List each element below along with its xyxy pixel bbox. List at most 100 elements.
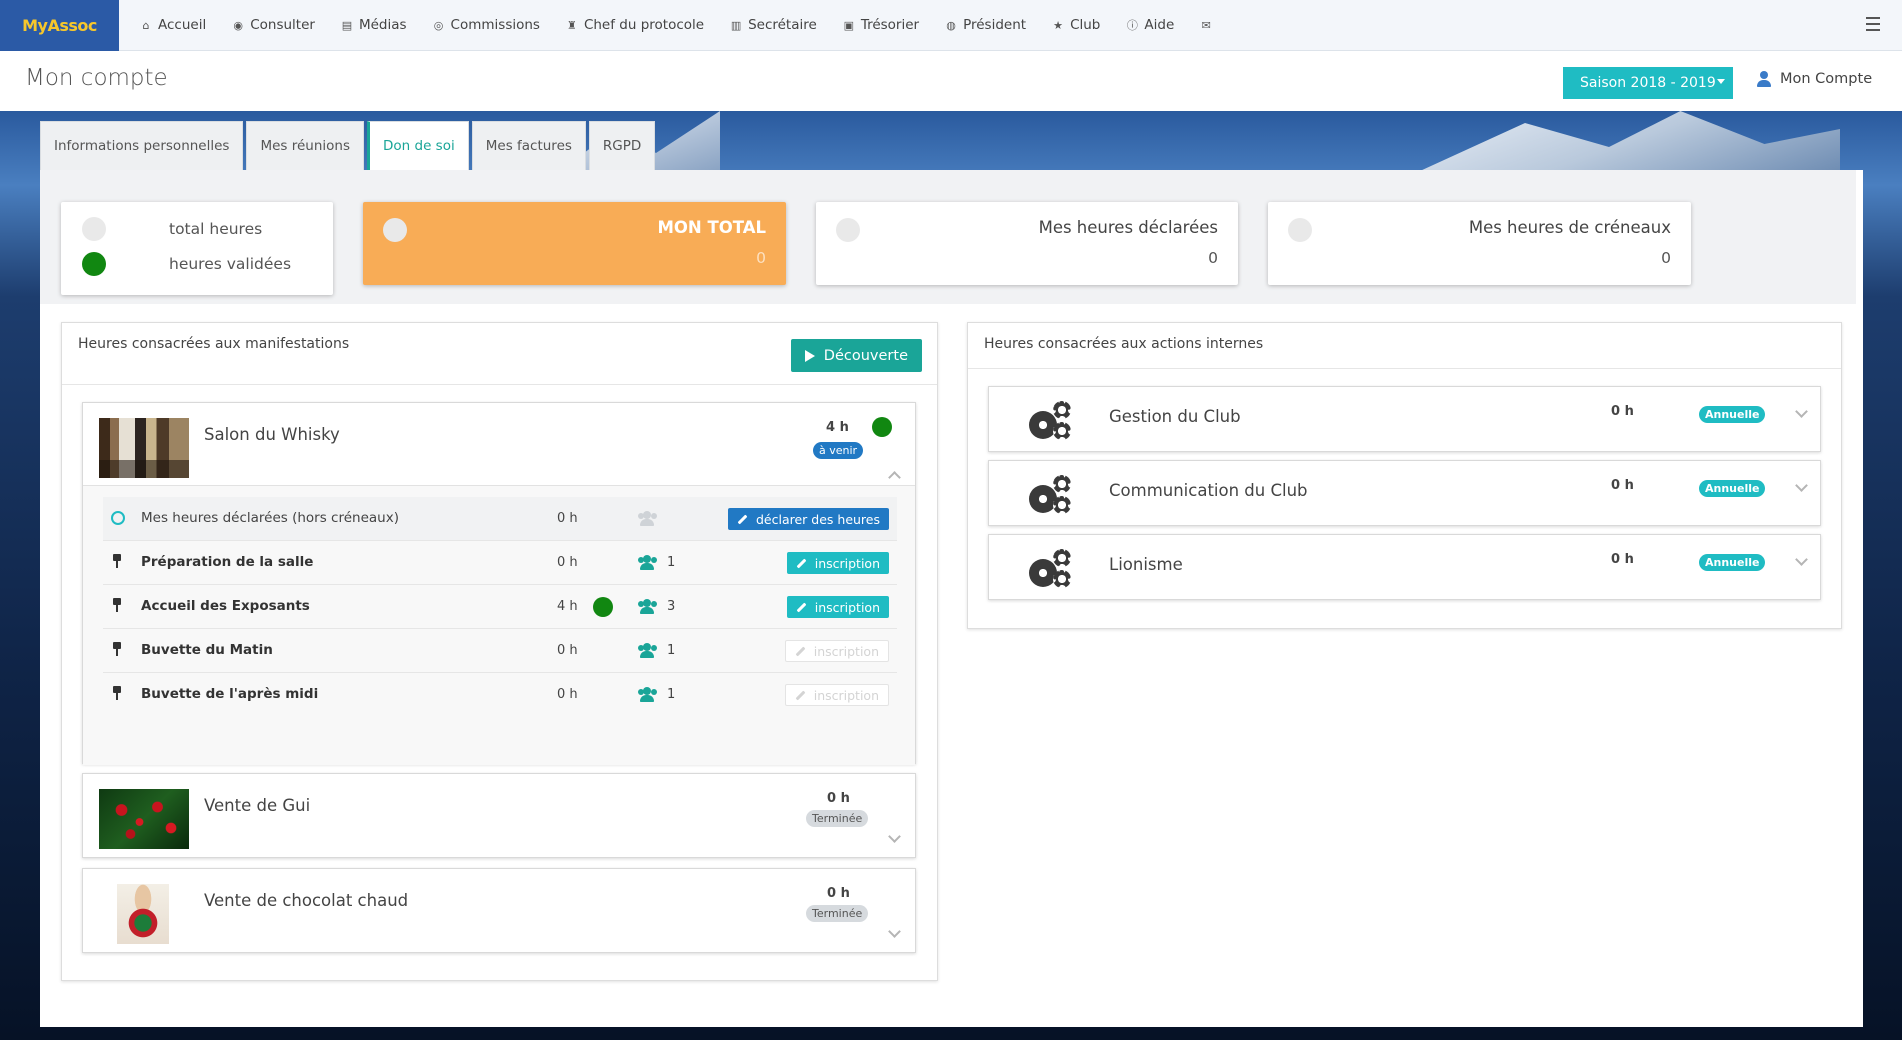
brand-logo[interactable]: MyAssoc — [0, 0, 119, 51]
inscription-button[interactable]: inscription — [786, 596, 889, 618]
nav-label: Accueil — [158, 17, 207, 33]
chevron-down-icon[interactable] — [1795, 553, 1808, 566]
menu-toggle-icon[interactable] — [1866, 17, 1880, 31]
nav-label: Chef du protocole — [583, 17, 705, 33]
slot-row: Buvette du Matin 0 h 1 inscription — [103, 629, 897, 673]
gears-icon — [1029, 475, 1073, 515]
slot-hours: 0 h — [557, 643, 578, 658]
slot-hours-title: Mes heures de créneaux — [1468, 218, 1671, 237]
book-icon: ▥ — [730, 18, 742, 32]
nav-item-chef-du-protocole[interactable]: ♜ Chef du protocole — [553, 0, 717, 51]
nav-item-consulter[interactable]: ◉ Consulter — [219, 0, 328, 51]
nav-item-accueil[interactable]: ⌂ Accueil — [127, 0, 219, 51]
slot-hours: 4 h — [557, 599, 578, 614]
total-title: MON TOTAL — [657, 218, 766, 237]
chevron-down-icon[interactable] — [888, 830, 901, 843]
tab-don-de-soi[interactable]: Don de soi — [367, 121, 469, 170]
nav-label: Président — [963, 17, 1027, 33]
tab-rgpd[interactable]: RGPD — [588, 121, 656, 170]
total-card: MON TOTAL 0 — [363, 202, 786, 285]
internal-actions-panel: Heures consacrées aux actions internes G… — [967, 322, 1842, 629]
panel-header: Heures consacrées aux manifestations Déc… — [62, 323, 937, 385]
action-card[interactable]: Communication du Club 0 h Annuelle — [988, 460, 1821, 526]
tab-mes-factures[interactable]: Mes factures — [471, 121, 586, 170]
account-menu[interactable]: Mon Compte — [1757, 71, 1872, 87]
green-dot — [82, 252, 106, 276]
eye-icon: ◉ — [233, 18, 244, 32]
nav-label: Aide — [1144, 17, 1175, 33]
panel-title: Heures consacrées aux manifestations — [78, 336, 350, 352]
pin-icon — [112, 598, 122, 612]
tab-informations-personnelles[interactable]: Informations personnelles — [40, 121, 244, 170]
nav-item-club[interactable]: ★ Club — [1039, 0, 1113, 51]
trophy-icon: ♜ — [567, 18, 577, 32]
action-card[interactable]: Lionisme 0 h Annuelle — [988, 534, 1821, 600]
event-card: Vente de chocolat chaud 0 h Terminée — [82, 868, 916, 953]
nav-label: Club — [1070, 17, 1101, 33]
participant-count: 3 — [667, 599, 676, 614]
validated-dot — [593, 597, 613, 617]
status-badge: à venir — [813, 442, 864, 459]
slot-hours: 0 h — [557, 687, 578, 702]
gears-icon — [1029, 401, 1073, 441]
season-select[interactable]: Saison 2018 - 2019 — [1563, 67, 1733, 99]
chevron-up-icon[interactable] — [888, 471, 901, 484]
action-hours: 0 h — [1611, 478, 1634, 493]
declare-hours-button[interactable]: déclarer des heures — [727, 508, 889, 530]
slot-name: Préparation de la salle — [141, 554, 314, 570]
legend-validated-label: heures validées — [169, 255, 292, 273]
nav-item-tresorier[interactable]: ▣ Trésorier — [830, 0, 932, 51]
pin-icon — [112, 686, 122, 700]
page-title: Mon compte — [25, 65, 168, 91]
users-icon — [638, 511, 658, 526]
action-name: Gestion du Club — [1109, 407, 1241, 426]
pin-icon — [112, 554, 122, 568]
nav-item-aide[interactable]: ⓘ Aide — [1113, 0, 1187, 51]
users-icon — [638, 643, 658, 658]
nav-item-president[interactable]: ◍ Président — [932, 0, 1039, 51]
event-card: Vente de Gui 0 h Terminée — [82, 773, 916, 858]
chevron-down-icon[interactable] — [888, 925, 901, 938]
event-thumbnail — [117, 884, 169, 944]
account-label: Mon Compte — [1780, 71, 1873, 87]
chevron-down-icon[interactable] — [1795, 405, 1808, 418]
action-name: Communication du Club — [1109, 481, 1308, 500]
inscription-button-disabled: inscription — [784, 684, 889, 706]
inscription-button[interactable]: inscription — [786, 552, 889, 574]
pencil-icon — [737, 514, 748, 524]
participant-count: 1 — [667, 643, 676, 658]
inscription-label: inscription — [814, 555, 880, 571]
nav-label: Médias — [358, 17, 407, 33]
event-name[interactable]: Vente de chocolat chaud — [204, 891, 408, 910]
nav-label: Commissions — [450, 17, 540, 33]
tab-mes-reunions[interactable]: Mes réunions — [246, 121, 365, 170]
pencil-icon — [795, 690, 806, 700]
gears-icon — [1029, 549, 1073, 589]
declared-hours-row: Mes heures déclarées (hors créneaux) 0 h… — [103, 497, 897, 541]
action-card[interactable]: Gestion du Club 0 h Annuelle — [988, 386, 1821, 452]
nav-item-messages[interactable]: ✉ — [1187, 0, 1225, 51]
event-name[interactable]: Salon du Whisky — [204, 425, 340, 444]
declare-hours-label: déclarer des heures — [755, 511, 880, 527]
nav-item-commissions[interactable]: ◎ Commissions — [420, 0, 553, 51]
legend-total: total heures — [82, 217, 262, 241]
annual-badge: Annuelle — [1699, 406, 1766, 423]
decouverte-button[interactable]: Découverte — [790, 339, 922, 372]
slot-row: Préparation de la salle 0 h 1 inscriptio… — [103, 541, 897, 585]
nav-item-medias[interactable]: ▤ Médias — [328, 0, 420, 51]
caret-down-icon — [1717, 79, 1725, 84]
declared-hours-value: 0 — [1208, 249, 1218, 267]
event-hours: 0 h — [827, 886, 850, 901]
event-name[interactable]: Vente de Gui — [204, 796, 310, 815]
chevron-down-icon[interactable] — [1795, 479, 1808, 492]
info-icon: ⓘ — [1126, 19, 1138, 32]
status-badge: Terminée — [806, 810, 869, 827]
user-circle-icon: ◎ — [433, 18, 444, 32]
event-card: Salon du Whisky 4 h à venir Mes heures d… — [82, 402, 916, 765]
globe-icon: ◍ — [946, 18, 956, 32]
declared-hours-title: Mes heures déclarées — [1038, 218, 1218, 237]
panel-header: Heures consacrées aux actions internes — [968, 323, 1841, 369]
nav-menu: ⌂ Accueil ◉ Consulter ▤ Médias ◎ Commissions… — [119, 0, 1225, 51]
nav-item-secretaire[interactable]: ▥ Secrétaire — [717, 0, 830, 51]
slot-name: Accueil des Exposants — [141, 598, 310, 614]
